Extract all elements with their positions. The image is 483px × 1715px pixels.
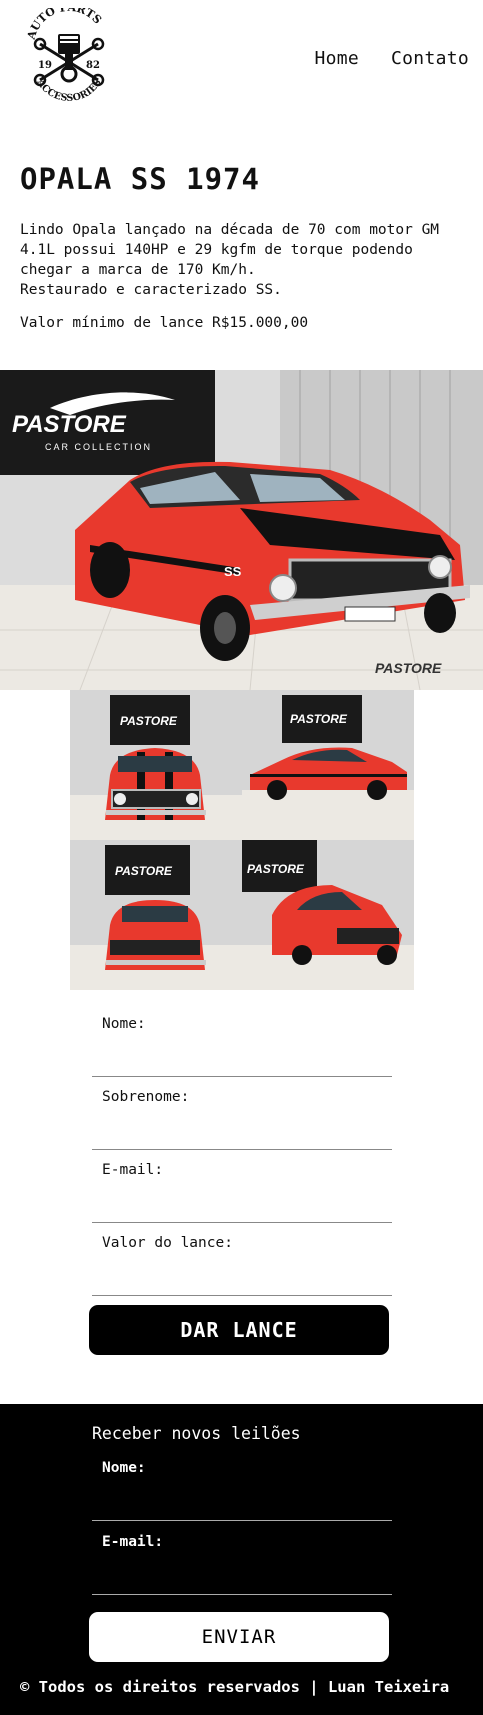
newsletter-email-input[interactable] [102, 1556, 382, 1586]
bid-value-field: Valor do lance: [92, 1223, 392, 1296]
thumbnail-rear[interactable]: PASTORE [70, 840, 242, 990]
svg-text:PASTORE: PASTORE [115, 864, 173, 878]
last-name-field: Sobrenome: [92, 1077, 392, 1150]
svg-text:19: 19 [38, 60, 52, 71]
minimum-bid: Valor mínimo de lance R$15.000,00 [20, 315, 309, 331]
bid-value-label: Valor do lance: [102, 1235, 233, 1251]
newsletter-name-input[interactable] [102, 1482, 382, 1512]
header: AUTO PARTS 19 82 ACCESSORIES Home Contat… [0, 0, 483, 120]
footer: Receber novos leilões Nome: E-mail: ENVI… [0, 1404, 483, 1715]
bid-value-input[interactable] [102, 1257, 382, 1287]
auto-parts-logo[interactable]: AUTO PARTS 19 82 ACCESSORIES [26, 8, 112, 108]
newsletter-title: Receber novos leilões [92, 1424, 301, 1443]
thumbnail-side[interactable]: PASTORE [242, 690, 414, 840]
last-name-label: Sobrenome: [102, 1089, 190, 1105]
bid-form: Nome: Sobrenome: E-mail: Valor do lance: [92, 1004, 392, 1296]
first-name-field: Nome: [92, 1004, 392, 1077]
car-hero-photo[interactable]: PASTORE CAR COLLECTION SS PASTORE [0, 370, 483, 690]
last-name-input[interactable] [102, 1111, 382, 1141]
nav-home-link[interactable]: Home [314, 48, 359, 69]
svg-text:PASTORE: PASTORE [375, 660, 442, 676]
newsletter-email-field: E-mail: [92, 1522, 392, 1595]
main-nav: Home Contato [314, 48, 469, 69]
newsletter-name-field: Nome: [92, 1448, 392, 1521]
thumbnail-gallery: PASTORE PASTORE PASTORE PASTORE [70, 690, 414, 990]
thumbnail-rear-angle[interactable]: PASTORE [242, 840, 414, 990]
nav-contact-link[interactable]: Contato [391, 48, 469, 69]
svg-text:PASTORE: PASTORE [12, 411, 127, 438]
first-name-input[interactable] [102, 1038, 382, 1068]
newsletter-email-label: E-mail: [102, 1534, 164, 1550]
copyright-text: © Todos os direitos reservados | Luan Te… [20, 1678, 450, 1696]
svg-text:PASTORE: PASTORE [290, 712, 348, 726]
place-bid-button[interactable]: DAR LANCE [89, 1305, 389, 1355]
send-button[interactable]: ENVIAR [89, 1612, 389, 1662]
svg-text:SS: SS [224, 564, 242, 579]
email-label: E-mail: [102, 1162, 164, 1178]
svg-text:82: 82 [86, 60, 100, 71]
svg-text:PASTORE: PASTORE [247, 862, 305, 876]
product-description: Lindo Opala lançado na década de 70 com … [20, 222, 440, 298]
svg-text:CAR COLLECTION: CAR COLLECTION [45, 442, 152, 452]
newsletter-name-label: Nome: [102, 1460, 146, 1476]
email-field: E-mail: [92, 1150, 392, 1223]
thumbnail-front[interactable]: PASTORE [70, 690, 242, 840]
first-name-label: Nome: [102, 1016, 146, 1032]
svg-text:PASTORE: PASTORE [120, 714, 178, 728]
product-title: OPALA SS 1974 [20, 162, 260, 196]
email-input[interactable] [102, 1184, 382, 1214]
